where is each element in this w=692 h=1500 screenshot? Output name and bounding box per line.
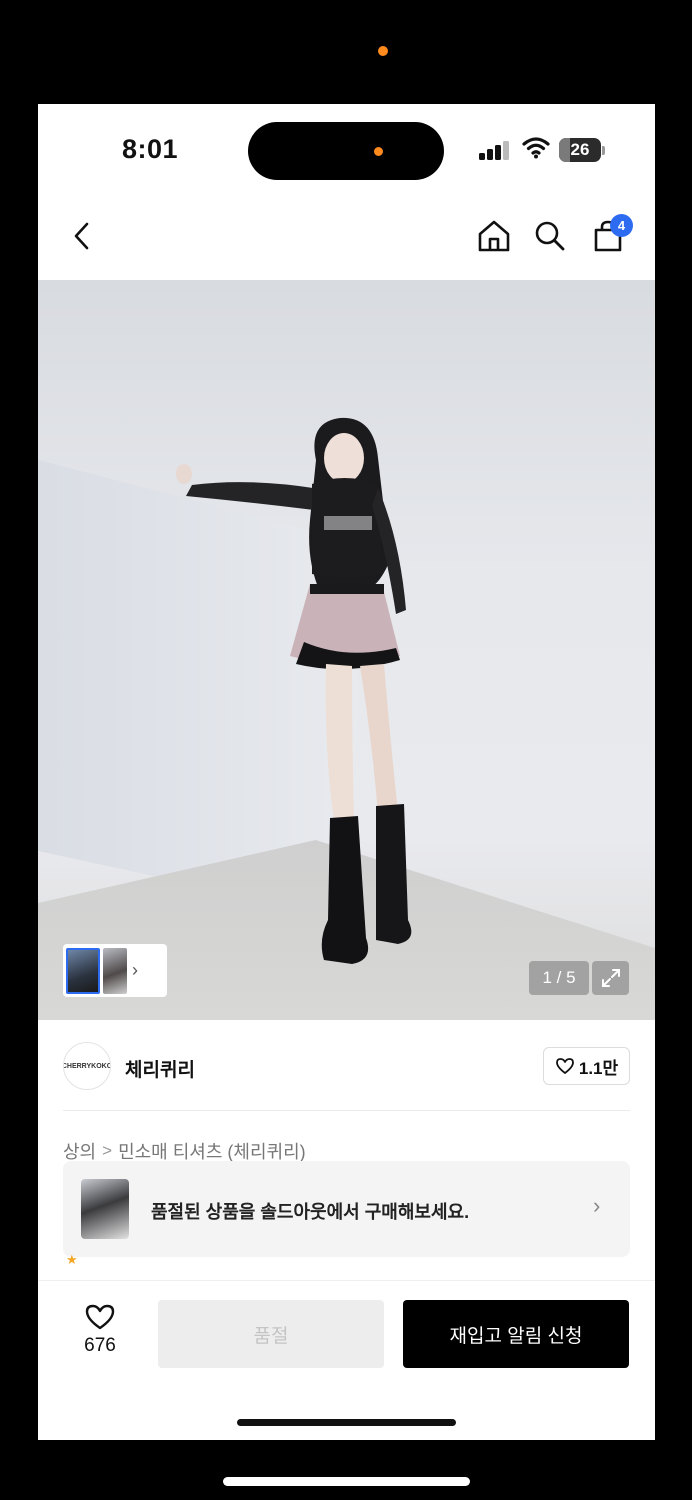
- store-logo[interactable]: CHERRYKOKO: [63, 1042, 111, 1090]
- wifi-icon: [522, 136, 550, 160]
- status-bar: 8:01 26: [38, 104, 655, 194]
- search-button[interactable]: [530, 216, 570, 256]
- product-image[interactable]: › 1 / 5: [38, 280, 655, 1020]
- battery-icon: 26: [559, 138, 601, 162]
- home-button[interactable]: [474, 216, 514, 256]
- battery-tip: [602, 146, 605, 155]
- image-page-indicator: 1 / 5: [529, 961, 589, 995]
- top-navigation: 4: [38, 194, 655, 280]
- outer-home-indicator: [223, 1477, 470, 1486]
- thumbnail-strip[interactable]: ›: [63, 944, 167, 997]
- heart-icon: [555, 1058, 574, 1074]
- soldout-banner[interactable]: 품절된 상품을 솔드아웃에서 구매해보세요. ›: [63, 1161, 630, 1257]
- home-indicator[interactable]: [237, 1419, 456, 1426]
- restock-notification-button[interactable]: 재입고 알림 신청: [403, 1300, 629, 1368]
- breadcrumb-separator: >: [102, 1141, 113, 1160]
- divider: [63, 1110, 630, 1111]
- phone-screen: 8:01 26 4 › 1 / 5 CHERRYKOKO 체리퀴리 1.1만 상…: [38, 104, 655, 1440]
- star-icon: ★: [66, 1252, 78, 1266]
- search-icon: [535, 221, 565, 251]
- thumbnail-1[interactable]: [66, 947, 100, 994]
- cart-button[interactable]: 4: [588, 214, 633, 256]
- banner-thumbnail: [81, 1179, 129, 1239]
- dynamic-island: [248, 122, 444, 180]
- home-icon: [478, 220, 510, 252]
- rating-row-peek: ★: [66, 1252, 78, 1266]
- heart-icon: [85, 1304, 115, 1330]
- cellular-signal-icon: [479, 140, 511, 160]
- model-figure: [176, 417, 412, 964]
- store-like-count: 1.1만: [578, 1058, 619, 1078]
- bottom-action-bar: 676 품절 재입고 알림 신청: [38, 1280, 655, 1440]
- store-like-button[interactable]: 1.1만: [543, 1047, 630, 1085]
- back-button[interactable]: [62, 216, 102, 256]
- expand-icon: [601, 969, 620, 987]
- chevron-right-icon: ›: [593, 1193, 601, 1218]
- status-time: 8:01: [122, 134, 179, 164]
- expand-image-button[interactable]: [592, 961, 629, 995]
- wishlist-count: 676: [84, 1335, 116, 1356]
- store-name[interactable]: 체리퀴리: [125, 1055, 195, 1082]
- cart-count-badge: 4: [610, 214, 633, 237]
- wishlist-button[interactable]: 676: [76, 1303, 124, 1357]
- battery-percent: 26: [570, 140, 590, 159]
- chevron-right-icon: ›: [132, 960, 138, 980]
- privacy-indicator-dot: [374, 147, 383, 156]
- store-info[interactable]: CHERRYKOKO 체리퀴리 1.1만: [38, 1020, 655, 1112]
- camera-indicator-dot: [378, 46, 388, 56]
- thumbnail-2[interactable]: [103, 947, 127, 994]
- soldout-banner-text: 품절된 상품을 솔드아웃에서 구매해보세요.: [151, 1202, 470, 1222]
- soldout-button: 품절: [158, 1300, 384, 1368]
- chevron-left-icon: [74, 222, 89, 250]
